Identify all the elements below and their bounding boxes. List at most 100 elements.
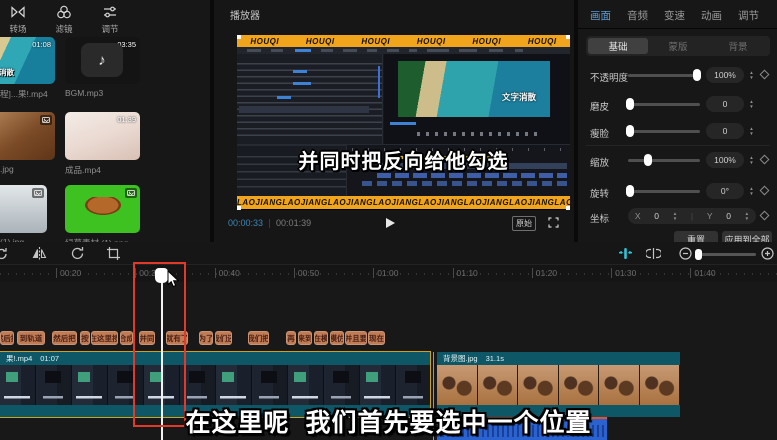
video-frame-beach-image: 文字消散 [398, 61, 550, 117]
media-item-thumbnail[interactable] [65, 185, 140, 233]
text-clip[interactable]: 然后拖 [0, 331, 14, 345]
transform-handle-top-left[interactable] [237, 35, 241, 39]
media-item-thumbnail[interactable] [0, 112, 55, 160]
opacity-row: 不透明度 100% ▲▼ [578, 67, 777, 83]
smooth-skin-value[interactable]: 0 [706, 96, 744, 112]
keyframe-diamond-icon[interactable] [760, 155, 770, 165]
player-panel: 播放器 HOUQIHOUQIHOUQIHOUQIHOUQIHOUQI 文字消散 [214, 0, 576, 242]
slider-handle[interactable] [693, 69, 701, 81]
play-button[interactable] [386, 218, 395, 228]
smooth-skin-label: 磨皮 [590, 99, 609, 113]
text-clip[interactable]: 在模 [314, 331, 328, 345]
thumbnail-frame [324, 365, 360, 405]
text-clip[interactable]: 合成 [120, 331, 133, 345]
preview-video[interactable]: HOUQIHOUQIHOUQIHOUQIHOUQIHOUQI 文字消散 [237, 35, 570, 210]
stepper[interactable]: ▲▼ [747, 152, 756, 168]
text-clip[interactable]: 再 [286, 331, 296, 345]
image-type-icon [40, 115, 52, 125]
tab-动画[interactable]: 动画 [701, 8, 722, 23]
auto-snap-icon[interactable] [618, 246, 633, 261]
subtab-蒙版[interactable]: 蒙版 [648, 38, 708, 54]
text-clip[interactable]: 按 [80, 331, 90, 345]
video-frame-transport-buttons [417, 132, 537, 136]
text-clip[interactable]: 模仿 [330, 331, 344, 345]
stepper[interactable]: ▲▼ [747, 67, 756, 83]
media-item-thumbnail[interactable]: 01:39 [65, 112, 140, 160]
keyframe-diamond-icon[interactable] [760, 186, 770, 196]
transform-handle-top-right[interactable] [566, 35, 570, 39]
tab-音频[interactable]: 音频 [627, 8, 648, 23]
text-clip[interactable]: 我们还 [215, 331, 232, 345]
text-clip[interactable]: 为了 [199, 331, 213, 345]
x-value[interactable]: 0 [654, 211, 659, 221]
slider-handle[interactable] [626, 125, 634, 137]
clip-header: 果!.mp4 01:07 [0, 352, 430, 365]
stepper[interactable]: ▲▼ [747, 123, 756, 139]
subtab-背景[interactable]: 背景 [708, 38, 768, 54]
slider-handle[interactable] [626, 185, 634, 197]
stepper[interactable]: ▲▼ [745, 211, 749, 221]
keyframe-diamond-icon[interactable] [760, 211, 770, 221]
crop-icon[interactable] [106, 246, 121, 261]
thumbnail-frame [559, 365, 600, 405]
keyframe-diamond-icon[interactable] [760, 70, 770, 80]
undo-icon[interactable] [0, 246, 9, 261]
slider-handle[interactable] [644, 154, 652, 166]
ruler-label: 01:00 [373, 268, 398, 278]
opacity-slider[interactable] [628, 74, 700, 77]
thumbnail-frame [360, 365, 396, 405]
rotate-label: 旋转 [590, 186, 609, 200]
stepper[interactable]: ▲▼ [747, 96, 756, 112]
ratio-button[interactable]: 原始 [512, 216, 536, 231]
rotate-icon[interactable] [70, 246, 85, 261]
transform-handle-bottom-right[interactable] [566, 206, 570, 210]
rotate-value[interactable]: 0° [706, 183, 744, 199]
slim-face-value[interactable]: 0 [706, 123, 744, 139]
text-clip[interactable]: 到轨道 [17, 331, 45, 345]
zoom-out-icon[interactable] [678, 246, 693, 261]
rotate-slider[interactable] [628, 190, 700, 193]
thumbnail-frame [72, 365, 108, 405]
clip-thumbnails [437, 365, 680, 405]
tool-转场[interactable]: 转场 [4, 4, 32, 35]
text-clip[interactable]: 在这里按 [91, 331, 118, 345]
text-clip[interactable]: 并且要 [345, 331, 367, 345]
slider-handle[interactable] [626, 98, 634, 110]
tab-画面[interactable]: 画面 [590, 8, 611, 23]
timeline-zoom-slider[interactable] [698, 253, 756, 256]
tab-调节[interactable]: 调节 [738, 8, 759, 23]
media-item-thumbnail[interactable]: 03:35♪ [65, 37, 140, 84]
mirror-icon[interactable] [32, 246, 47, 261]
position-inputs[interactable]: X 0 ▲▼ | Y 0 ▲▼ [628, 208, 756, 224]
x-axis-label: X [635, 211, 641, 221]
slim-face-slider[interactable] [628, 130, 700, 133]
text-clip[interactable]: 现在 [368, 331, 385, 345]
transition-icon [10, 4, 26, 20]
timeline-ruler[interactable]: 00:2000:3000:4000:5001:0001:1001:2001:30… [0, 265, 777, 282]
smooth-skin-slider[interactable] [628, 103, 700, 106]
zoom-in-icon[interactable] [760, 246, 775, 261]
transform-handle-bottom-left[interactable] [237, 206, 241, 210]
smooth-skin-row: 磨皮 0 ▲▼ [578, 96, 777, 112]
ruler-label: 00:40 [215, 268, 240, 278]
scale-slider[interactable] [628, 159, 700, 162]
text-clip[interactable]: 然后把 [52, 331, 77, 345]
fullscreen-icon[interactable] [548, 217, 559, 228]
text-clip[interactable]: 来到 [298, 331, 312, 345]
media-item-thumbnail[interactable] [0, 185, 47, 233]
subtab-基础[interactable]: 基础 [588, 38, 648, 54]
y-value[interactable]: 0 [726, 211, 731, 221]
preview-axis-icon[interactable] [646, 246, 661, 261]
tool-调节[interactable]: 调节 [96, 4, 124, 35]
stepper[interactable]: ▲▼ [747, 183, 756, 199]
scale-value[interactable]: 100% [706, 152, 744, 168]
tool-滤镜[interactable]: 滤镜 [50, 4, 78, 35]
tab-变速[interactable]: 变速 [664, 8, 685, 23]
media-item-thumbnail[interactable]: 01:08文字消散 [0, 37, 55, 84]
video-frame-menubar [237, 47, 570, 54]
opacity-value[interactable]: 100% [706, 67, 744, 83]
text-clip[interactable]: 我们把 [248, 331, 269, 345]
zoom-slider-handle[interactable] [695, 249, 702, 260]
slim-face-row: 瘦脸 0 ▲▼ [578, 123, 777, 139]
stepper[interactable]: ▲▼ [673, 211, 677, 221]
